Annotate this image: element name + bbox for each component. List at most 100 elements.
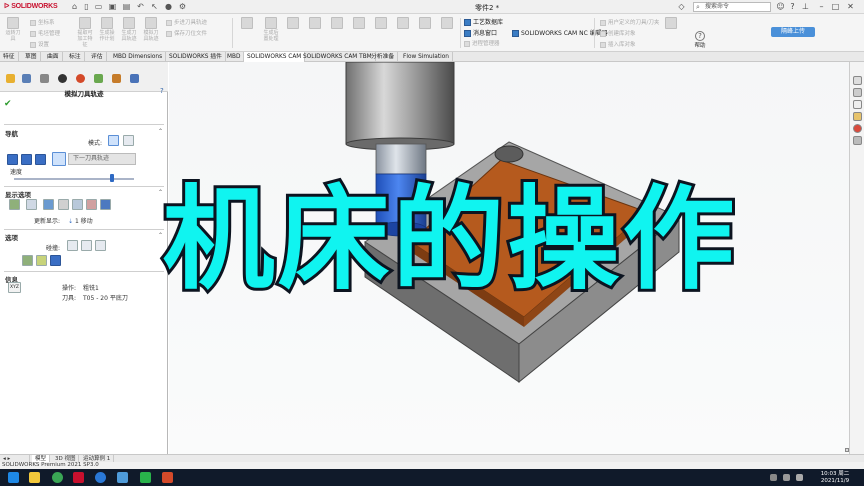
tab-mbd-dimensions[interactable]: MBD Dimensions xyxy=(110,52,167,62)
help-icon[interactable]: ? xyxy=(160,87,164,95)
user-icon[interactable]: ☺ xyxy=(776,2,785,11)
design-library-icon[interactable] xyxy=(853,88,862,97)
ribbon-tech-database[interactable]: 工艺数据库 xyxy=(464,17,503,26)
ribbon-generate-plan[interactable]: 生成操作计划 xyxy=(98,17,116,42)
mode-step-icon[interactable] xyxy=(108,135,119,146)
upload-button[interactable]: 隔峰上传 xyxy=(771,27,815,37)
ribbon-extract-features[interactable]: 提取可加工特征 xyxy=(76,17,94,48)
display-manager-icon[interactable] xyxy=(76,74,85,83)
solidworks-taskbar-icon[interactable] xyxy=(73,472,84,483)
volume-icon[interactable] xyxy=(796,474,803,481)
select-icon[interactable]: ↖ xyxy=(150,2,159,11)
ribbon-icon-d[interactable] xyxy=(328,17,346,30)
ribbon-save-cl-file[interactable]: 保存刀位文件 xyxy=(166,29,207,37)
pause-icon[interactable] xyxy=(52,152,66,166)
tab-mbd[interactable]: MBD xyxy=(224,52,245,62)
close-icon[interactable]: ✕ xyxy=(846,2,855,11)
ok-check-icon[interactable]: ✔ xyxy=(4,99,12,109)
ribbon-publish-edrawings[interactable] xyxy=(662,17,680,30)
tray-icon-2[interactable] xyxy=(783,474,790,481)
maximize-icon[interactable]: □ xyxy=(831,2,840,11)
undo-icon[interactable]: ↶ xyxy=(136,2,145,11)
help-button[interactable]: ? 帮助 xyxy=(693,31,707,49)
ribbon-step-toolpath[interactable]: 步进刀具轨迹 xyxy=(166,18,207,26)
step-back-icon[interactable] xyxy=(21,154,32,165)
ribbon-icon-b[interactable] xyxy=(284,17,302,30)
ribbon-icon-f[interactable] xyxy=(372,17,390,30)
option-a-icon[interactable] xyxy=(22,255,33,266)
tab-evaluate[interactable]: 评估 xyxy=(88,52,107,62)
save-stl-icon[interactable] xyxy=(50,255,61,266)
config-manager-icon[interactable] xyxy=(40,74,49,83)
feature-tree-icon[interactable] xyxy=(6,74,15,83)
ribbon-insert-library[interactable]: 插入库对象 xyxy=(600,40,636,48)
help-search-icon[interactable]: ◇ xyxy=(677,2,686,11)
tab-addins[interactable]: SOLIDWORKS 插件 xyxy=(166,52,226,62)
chrome-icon[interactable] xyxy=(52,472,63,483)
step-forward-icon[interactable] xyxy=(35,154,46,165)
xyz-icon[interactable]: XYZ xyxy=(8,282,21,293)
options-icon[interactable]: ⚙ xyxy=(178,2,187,11)
display-part-icon[interactable] xyxy=(86,199,97,210)
tab-features[interactable]: 特征 xyxy=(0,52,19,62)
appearances-icon[interactable] xyxy=(853,124,862,133)
options-header[interactable]: 选项 xyxy=(5,232,18,242)
display-path-icon[interactable] xyxy=(72,199,83,210)
browser-icon[interactable] xyxy=(95,472,106,483)
tray-icon-1[interactable] xyxy=(770,474,777,481)
ribbon-message-window[interactable]: 消息窗口 xyxy=(464,28,497,37)
tab-markup[interactable]: 标注 xyxy=(66,52,85,62)
collision-option-1-icon[interactable] xyxy=(67,240,78,251)
resources-icon[interactable] xyxy=(853,76,862,85)
home-icon[interactable]: ⌂ xyxy=(70,2,79,11)
ribbon-generate-toolpath[interactable]: 生成刀具轨迹 xyxy=(120,17,138,42)
ribbon-post-process[interactable]: 生成后置处理 xyxy=(262,17,280,42)
display-stock-icon[interactable] xyxy=(43,199,54,210)
dimxpert-icon[interactable] xyxy=(58,74,67,83)
collision-option-3-icon[interactable] xyxy=(95,240,106,251)
app-icon-3[interactable] xyxy=(162,472,173,483)
minimize-icon[interactable]: – xyxy=(817,2,826,11)
ribbon-icon-g[interactable] xyxy=(394,17,412,30)
tab-sketch[interactable]: 草图 xyxy=(22,52,41,62)
view-palette-icon[interactable] xyxy=(853,112,862,121)
new-file-icon[interactable]: ▯ xyxy=(82,2,91,11)
open-file-icon[interactable]: ▭ xyxy=(94,2,103,11)
mode-run-icon[interactable] xyxy=(123,135,134,146)
display-shaded-icon[interactable] xyxy=(9,199,20,210)
ribbon-process-manager[interactable]: 进程管理器 xyxy=(464,39,500,47)
tab-flow-simulation[interactable]: Flow Simulation xyxy=(400,52,453,62)
ribbon-icon-c[interactable] xyxy=(306,17,324,30)
ribbon-create-library[interactable]: 创建库对象 xyxy=(600,29,636,37)
display-tool-icon[interactable] xyxy=(26,199,37,210)
ribbon-icon-h[interactable] xyxy=(416,17,434,30)
file-explorer-taskbar-icon[interactable] xyxy=(29,472,40,483)
ribbon-icon-e[interactable] xyxy=(350,17,368,30)
taskbar-clock[interactable]: 10:03 周二 2021/11/9 xyxy=(815,471,855,484)
print-icon[interactable]: ▤ xyxy=(122,2,131,11)
help-icon[interactable]: ? xyxy=(788,2,797,11)
display-options-header[interactable]: 显示选项 xyxy=(5,189,31,199)
pin-icon[interactable]: ⊥ xyxy=(801,2,810,11)
ribbon-define-machine[interactable]: 运转刀具 xyxy=(4,17,22,42)
collapse-icon[interactable]: ⌃ xyxy=(158,128,163,135)
cam-tool-tree-icon[interactable] xyxy=(130,74,139,83)
file-explorer-icon[interactable] xyxy=(853,100,862,109)
ribbon-item-coordsys[interactable]: 坐标系 xyxy=(30,18,55,26)
rebuild-icon[interactable]: ● xyxy=(164,2,173,11)
update-display-value[interactable]: ⇣ 1 移动 xyxy=(68,216,93,225)
ribbon-icon-i[interactable] xyxy=(438,17,456,30)
rewind-icon[interactable] xyxy=(7,154,18,165)
tab-analysis-prep[interactable]: 分析准备 xyxy=(368,52,399,62)
start-icon[interactable] xyxy=(8,472,19,483)
ribbon-user-tool[interactable]: 用户定义的刀具/刀夹 xyxy=(600,18,659,26)
option-b-icon[interactable] xyxy=(36,255,47,266)
tab-surfaces[interactable]: 曲面 xyxy=(44,52,63,62)
ribbon-item-settings[interactable]: 设置 xyxy=(30,40,49,48)
tab-solidworks-cam[interactable]: SOLIDWORKS CAM xyxy=(244,52,306,62)
app-icon-1[interactable] xyxy=(117,472,128,483)
ribbon-item-stock[interactable]: 毛坯管理 xyxy=(30,29,60,37)
ribbon-simulate-toolpath[interactable]: 模拟刀具轨迹 xyxy=(142,17,160,42)
ribbon-icon-a[interactable] xyxy=(238,17,256,30)
property-manager-icon[interactable] xyxy=(22,74,31,83)
